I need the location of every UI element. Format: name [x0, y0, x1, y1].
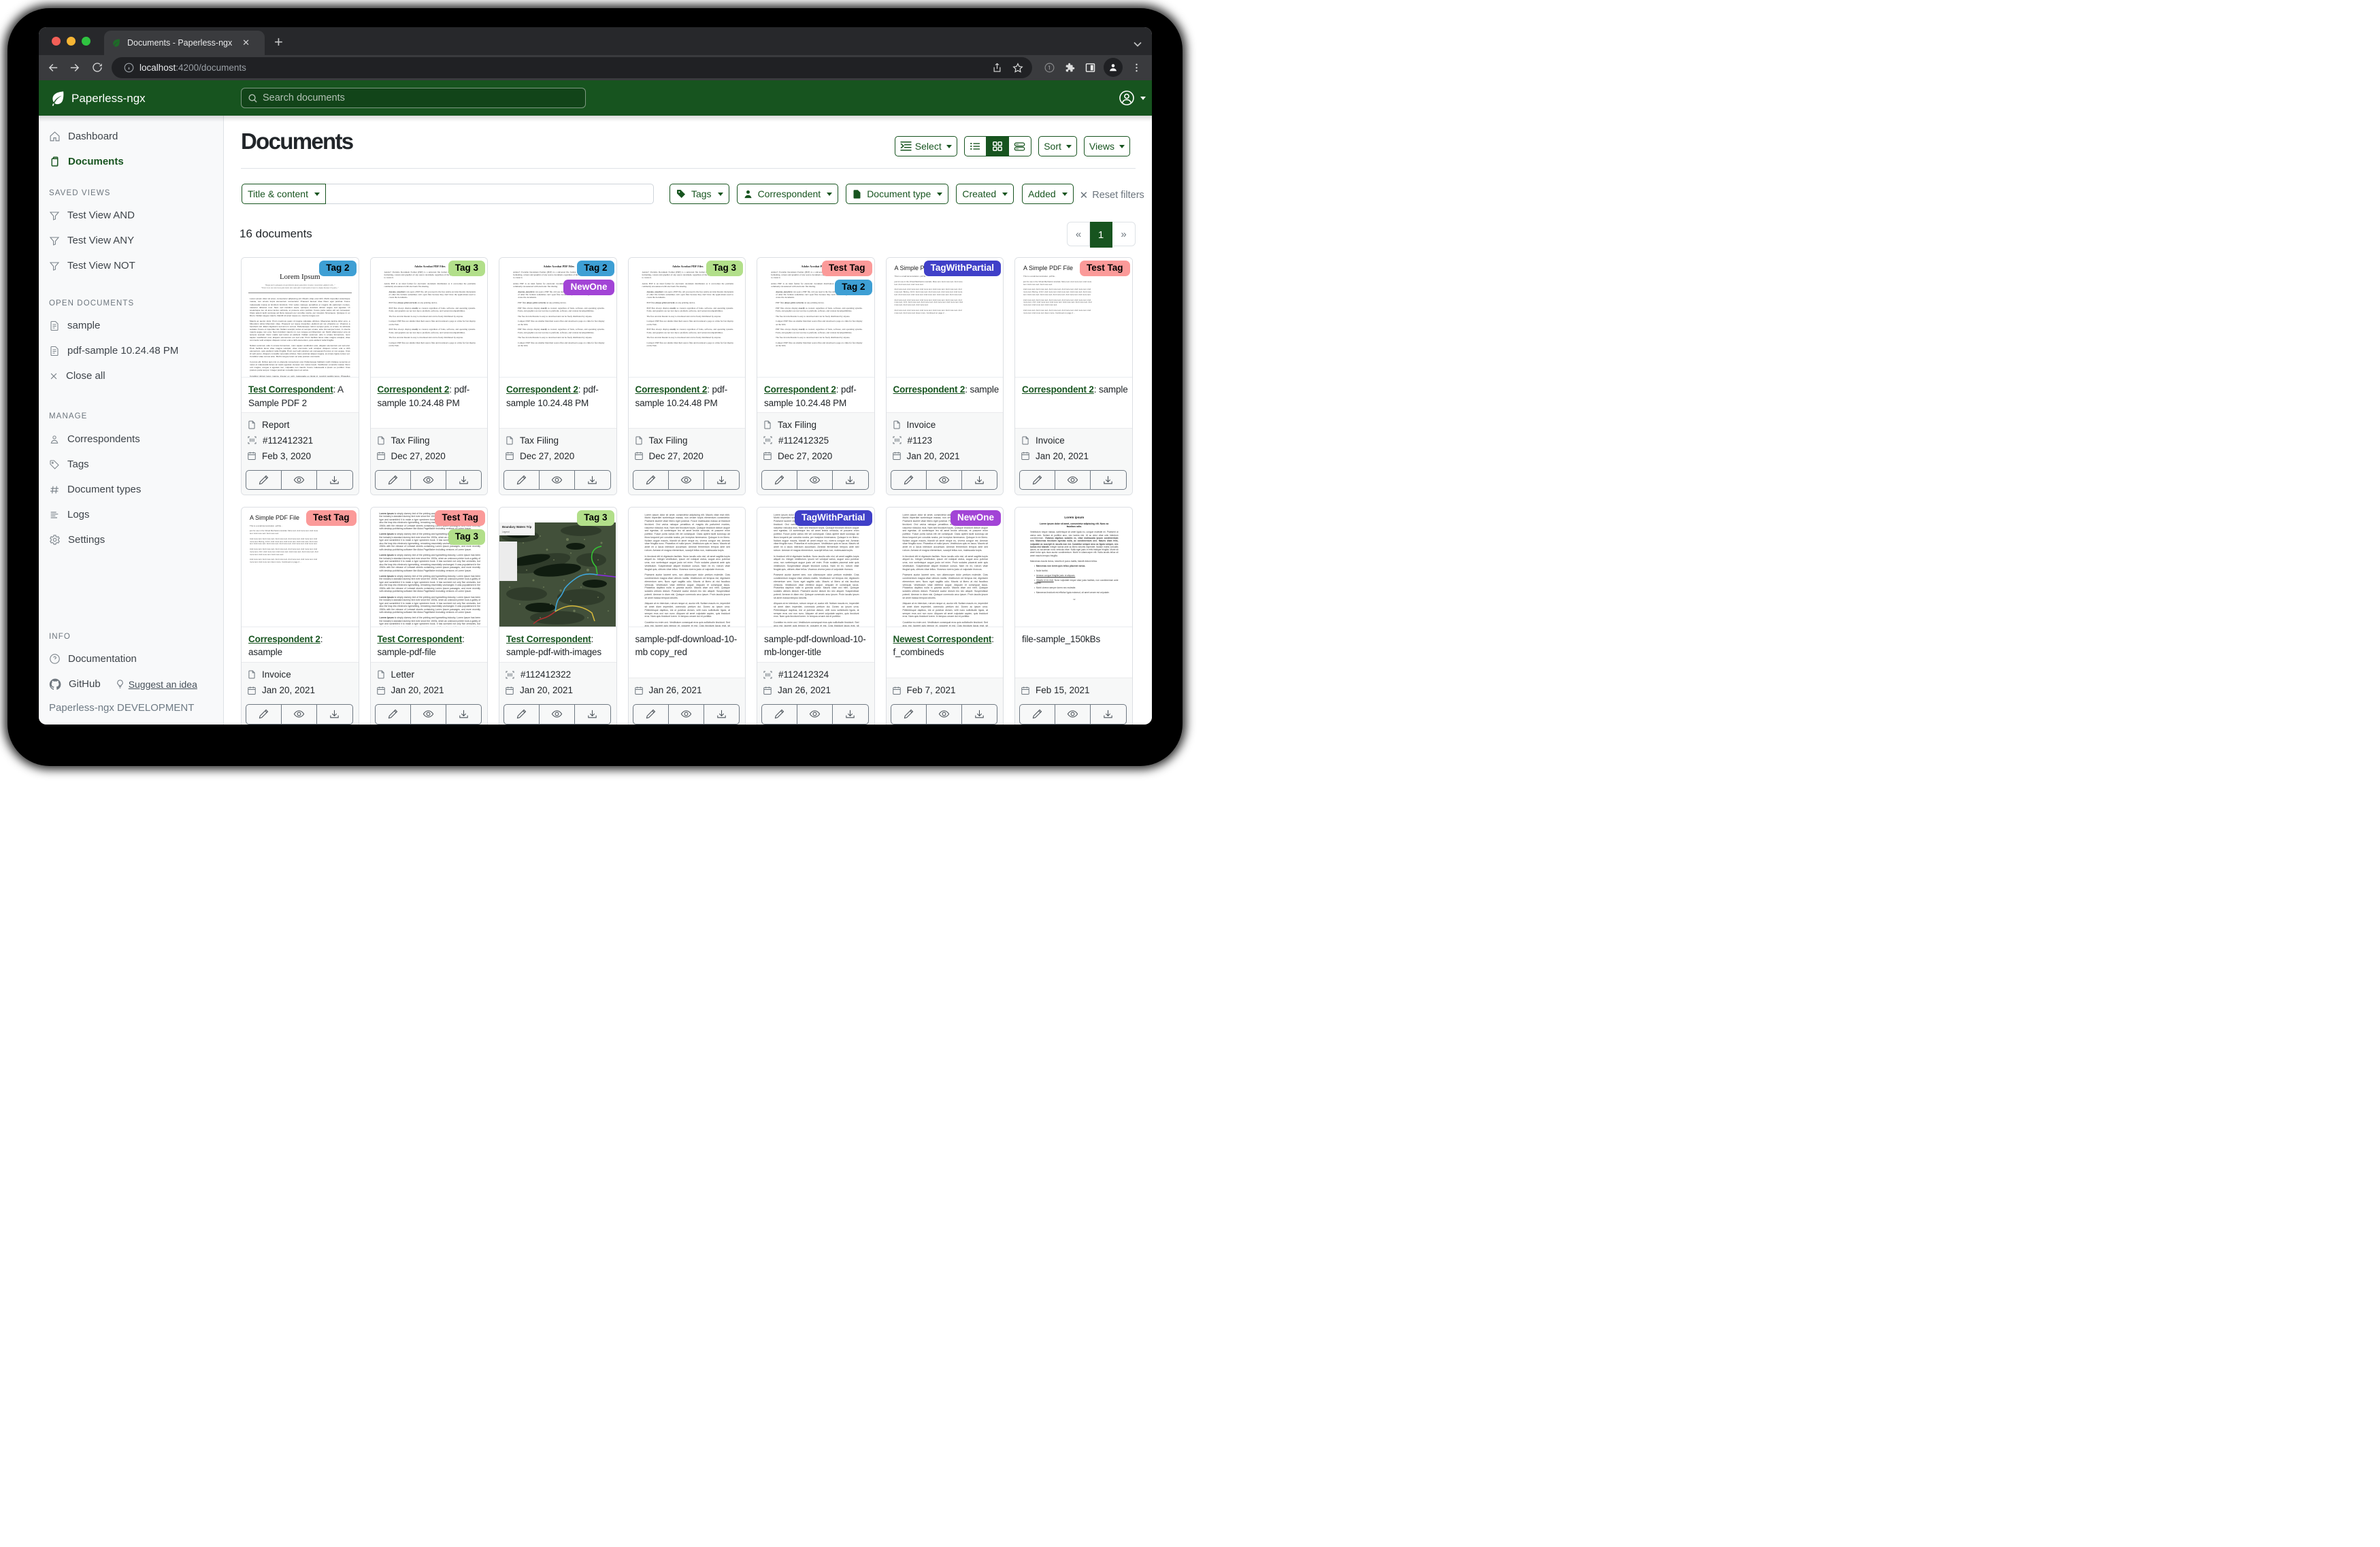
svg-text:Legend: Legend [502, 531, 510, 533]
svg-text:Boundary Waters Trip: Boundary Waters Trip [502, 525, 532, 529]
